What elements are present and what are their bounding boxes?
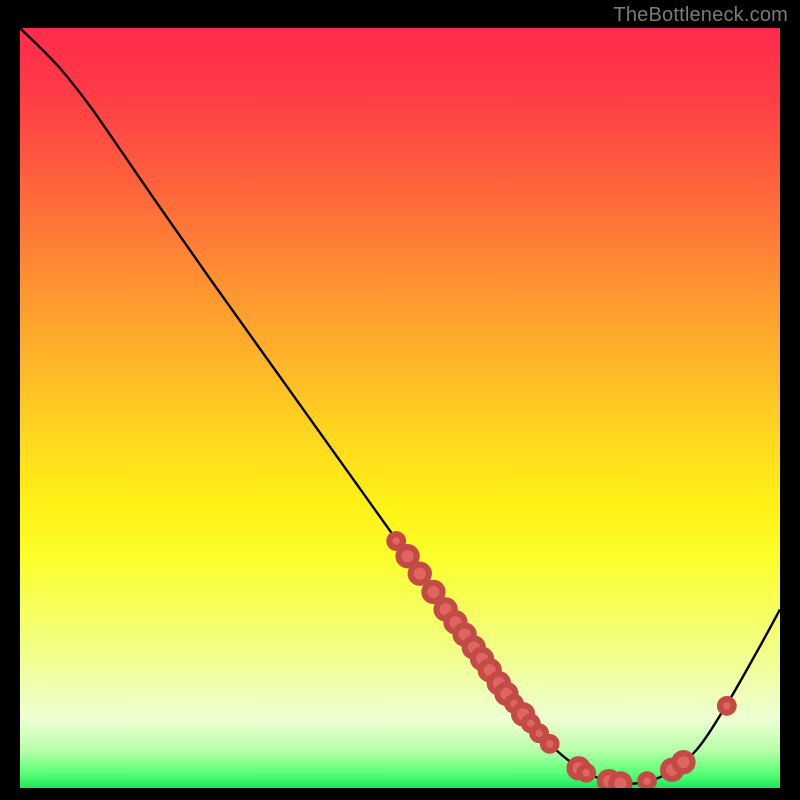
data-marker <box>611 774 629 788</box>
data-marker <box>543 737 557 751</box>
data-marker <box>579 766 593 780</box>
data-marker <box>674 753 692 771</box>
data-marker <box>398 547 416 565</box>
curve-markers <box>389 534 733 788</box>
data-marker <box>411 565 429 583</box>
curve-line <box>20 28 780 784</box>
data-marker <box>389 534 403 548</box>
plot-area <box>20 28 780 788</box>
data-marker <box>640 774 654 788</box>
attribution-text: TheBottleneck.com <box>613 4 788 27</box>
chart-svg <box>20 28 780 788</box>
data-marker <box>720 699 734 713</box>
data-marker <box>424 583 442 601</box>
chart-container: TheBottleneck.com <box>0 0 800 800</box>
